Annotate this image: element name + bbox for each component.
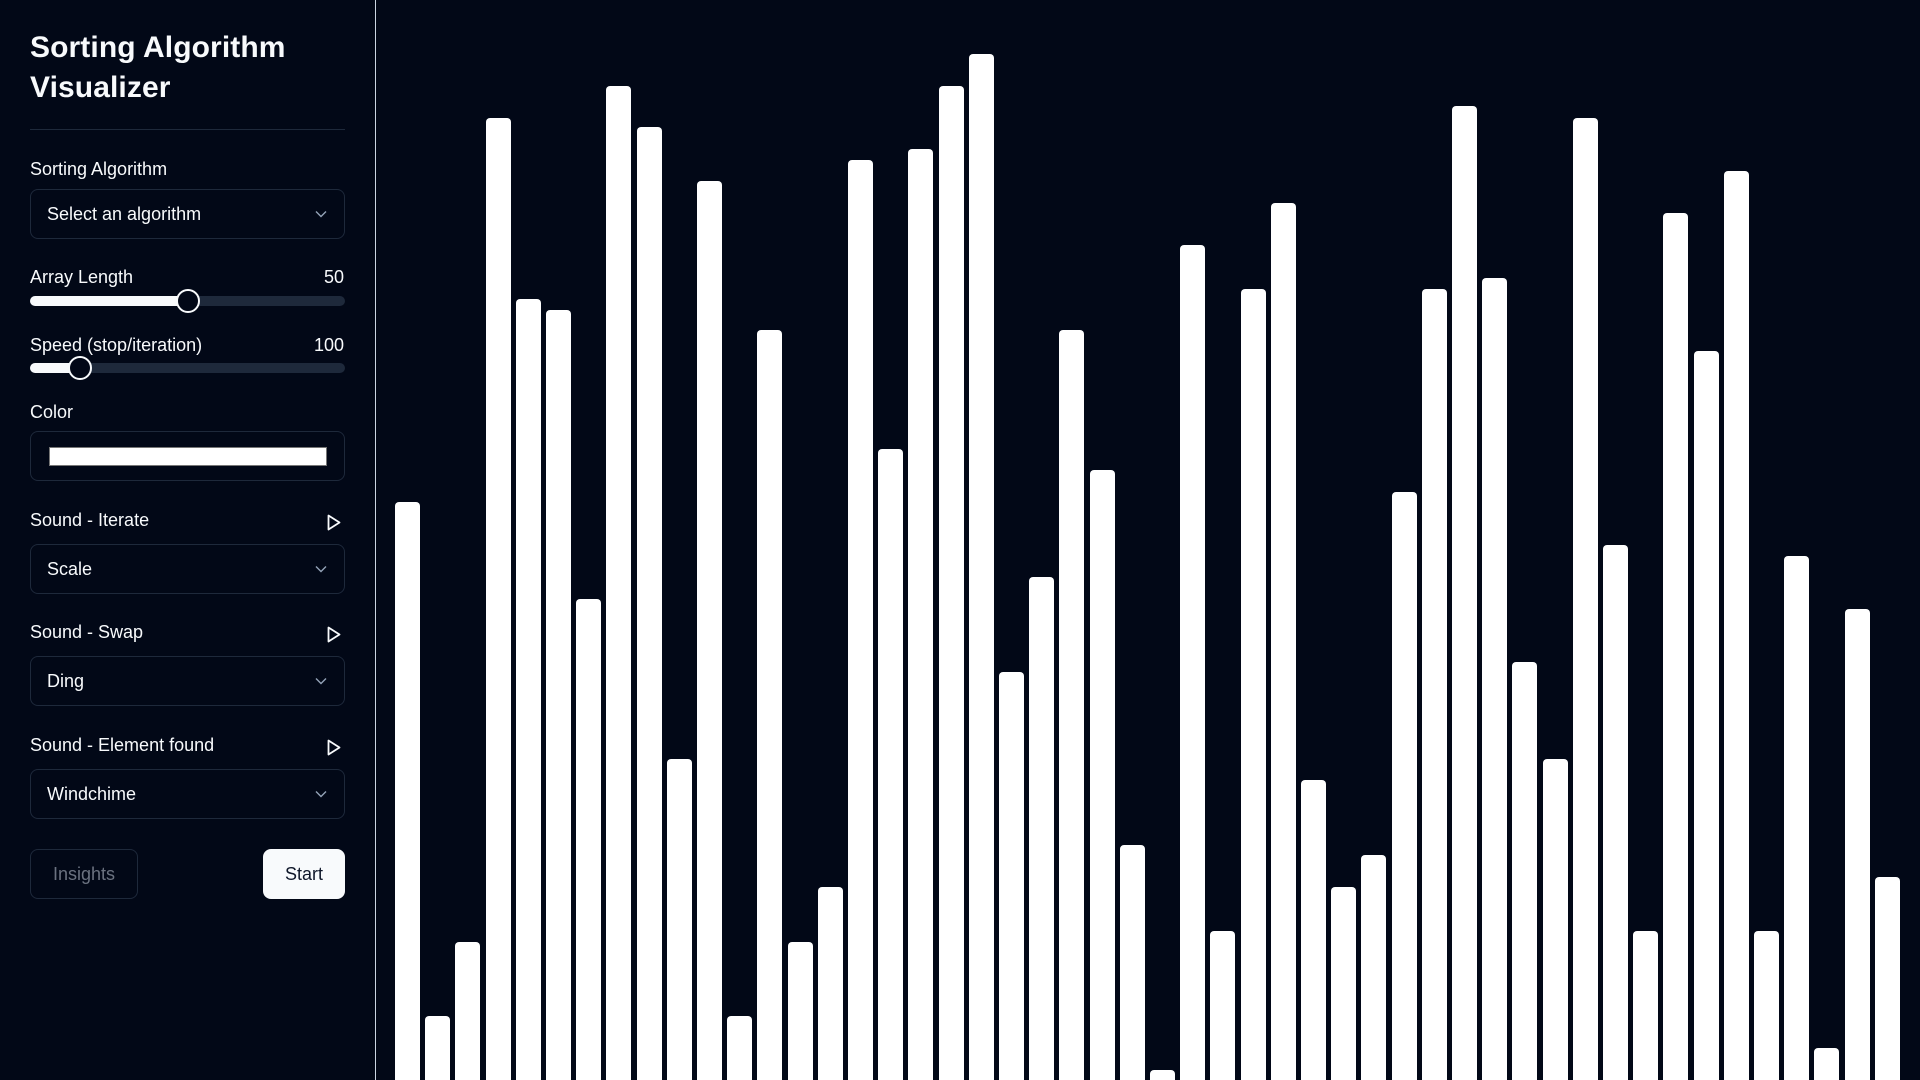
array-bar — [1331, 886, 1357, 1080]
array-bar — [1059, 330, 1085, 1080]
visualizer-canvas — [377, 0, 1920, 1080]
array-bar — [1421, 289, 1447, 1080]
play-icon — [327, 739, 341, 761]
algorithm-select[interactable]: Select an algorithm — [30, 189, 345, 239]
color-swatch[interactable] — [49, 447, 327, 466]
slider-thumb[interactable] — [175, 289, 200, 313]
sound-found-select-value: Windchime — [47, 783, 137, 804]
sound-swap-select[interactable]: Ding — [30, 656, 345, 706]
array-bar — [1361, 855, 1387, 1080]
array-bar — [1663, 212, 1689, 1080]
insights-button[interactable]: Insights — [30, 849, 138, 899]
array-bar — [1784, 556, 1810, 1080]
array-bar — [968, 54, 994, 1080]
speed-value: 100 — [313, 335, 344, 355]
chevron-down-icon — [314, 207, 328, 221]
sound-found-label: Sound - Element found — [30, 735, 215, 755]
sound-found-select[interactable]: Windchime — [30, 769, 345, 819]
array-bar — [1150, 1070, 1175, 1080]
array-bar — [1844, 609, 1870, 1080]
array-bar — [1119, 844, 1145, 1080]
algorithm-select-value: Select an algorithm — [47, 203, 202, 224]
array-bar — [1723, 170, 1749, 1080]
speed-label: Speed (stop/iteration) — [30, 335, 203, 355]
array-bar — [576, 599, 602, 1080]
play-iterate-sound-button[interactable] — [326, 514, 342, 536]
array-bar — [1482, 277, 1508, 1080]
sound-iterate-label: Sound - Iterate — [30, 510, 150, 530]
array-bar — [938, 86, 964, 1080]
array-bar — [1754, 930, 1779, 1080]
array-length-slider[interactable] — [30, 289, 345, 313]
array-bar — [1693, 351, 1719, 1080]
play-found-sound-button[interactable] — [326, 739, 342, 761]
app-root: Sorting Algorithm Visualizer Sorting Alg… — [0, 0, 1920, 1080]
array-bar — [908, 149, 934, 1080]
array-bar — [455, 941, 481, 1080]
play-icon — [327, 626, 341, 648]
array-bar — [1874, 876, 1900, 1080]
array-bar — [1301, 779, 1326, 1080]
array-bar — [1089, 469, 1115, 1080]
chevron-down-icon — [314, 562, 328, 576]
array-bar — [1391, 492, 1417, 1080]
array-bar — [515, 299, 541, 1080]
array-length-value: 50 — [323, 267, 344, 287]
array-bar — [546, 309, 571, 1080]
array-bar — [1452, 105, 1477, 1080]
array-bar — [606, 86, 632, 1080]
array-bar — [1603, 545, 1628, 1080]
array-bar — [1240, 289, 1266, 1080]
array-length-label: Array Length — [30, 267, 134, 287]
sound-iterate-select-value: Scale — [47, 558, 93, 579]
array-bar — [817, 886, 843, 1080]
chevron-down-icon — [314, 674, 328, 688]
algorithm-label: Sorting Algorithm — [30, 159, 168, 179]
array-bar — [727, 1016, 753, 1080]
array-bar — [1029, 576, 1055, 1080]
array-bar — [787, 941, 813, 1080]
array-bar — [999, 671, 1024, 1080]
array-bar — [485, 117, 511, 1080]
divider — [30, 129, 345, 130]
array-bar — [1633, 930, 1659, 1080]
array-bar — [1210, 930, 1236, 1080]
array-bar — [666, 759, 692, 1080]
array-bar — [848, 159, 873, 1080]
slider-range — [30, 296, 188, 306]
sound-swap-select-value: Ding — [47, 670, 85, 691]
array-bar — [1572, 117, 1598, 1080]
array-bar — [878, 449, 904, 1080]
array-bar — [1542, 759, 1568, 1080]
start-button[interactable]: Start — [263, 849, 345, 899]
page-title: Sorting Algorithm Visualizer — [30, 31, 286, 104]
array-bar — [1180, 245, 1206, 1080]
sound-swap-label: Sound - Swap — [30, 622, 144, 642]
play-swap-sound-button[interactable] — [326, 626, 342, 648]
array-bar — [757, 330, 783, 1080]
play-icon — [327, 514, 341, 536]
array-bar — [1814, 1047, 1840, 1080]
slider-thumb[interactable] — [67, 356, 92, 380]
array-bar — [697, 181, 722, 1080]
sound-iterate-select[interactable]: Scale — [30, 544, 345, 594]
color-label: Color — [30, 402, 74, 422]
array-bar — [425, 1016, 451, 1080]
array-bar — [395, 502, 420, 1080]
chevron-down-icon — [314, 787, 328, 801]
sidebar: Sorting Algorithm Visualizer Sorting Alg… — [0, 0, 376, 1080]
array-bar — [1270, 203, 1296, 1080]
color-picker[interactable] — [30, 431, 345, 481]
array-bar — [636, 127, 662, 1080]
slider-range — [30, 363, 71, 373]
speed-slider[interactable] — [30, 356, 345, 380]
array-bar — [1512, 662, 1538, 1080]
